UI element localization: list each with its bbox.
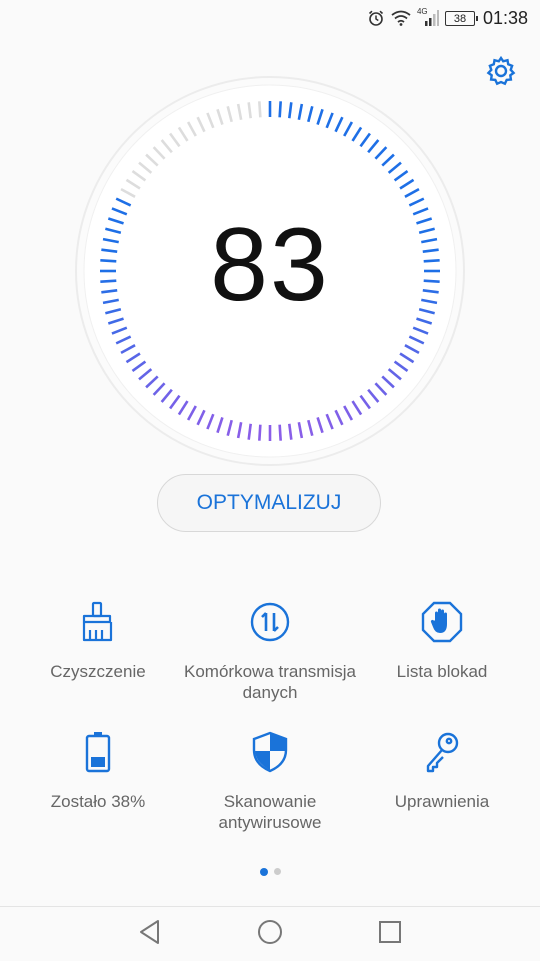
tile-label: Skanowanie antywirusowe: [218, 792, 322, 832]
home-icon: [257, 919, 283, 950]
gauge-tick-active: [278, 424, 282, 441]
tile-label: Czyszczenie: [50, 662, 146, 681]
score-value: 83: [210, 207, 330, 323]
key-icon: [352, 727, 532, 777]
optimize-button-label: OPTYMALIZUJ: [196, 491, 342, 514]
recents-icon: [378, 920, 402, 949]
gauge-tick-active: [258, 424, 262, 441]
tile-label: Zostało 38%: [50, 792, 146, 811]
gear-icon: [485, 55, 517, 92]
status-bar: 4G 38 01:38: [0, 0, 540, 36]
broom-icon: [8, 597, 188, 647]
back-icon: [138, 919, 162, 950]
page-dot[interactable]: [273, 868, 281, 875]
tile-cleanup[interactable]: Czyszczenie: [8, 597, 188, 682]
tile-virus-scan[interactable]: Skanowanie antywirusowe: [180, 727, 360, 833]
data-transfer-icon: [180, 597, 360, 647]
cellular-signal-icon: 4G: [417, 7, 439, 27]
battery-icon: 38: [444, 10, 478, 26]
alarm-icon: [367, 9, 385, 27]
gauge-tick-inactive: [258, 101, 262, 118]
page-dot-active[interactable]: [259, 867, 268, 876]
optimize-button[interactable]: OPTYMALIZUJ: [157, 474, 381, 532]
back-button[interactable]: [135, 919, 165, 949]
tile-label: Uprawnienia: [394, 792, 490, 811]
tile-label: Komórkowa transmisja danych: [184, 662, 356, 702]
tile-block-list[interactable]: Lista blokad: [352, 597, 532, 682]
shield-icon: [180, 727, 360, 777]
tile-mobile-data[interactable]: Komórkowa transmisja danych: [180, 597, 360, 703]
home-button[interactable]: [255, 919, 285, 949]
battery-level: 38: [453, 12, 467, 25]
clock: 01:38: [482, 7, 528, 28]
settings-button[interactable]: [483, 55, 519, 91]
gauge-tick-active: [278, 101, 282, 118]
battery-status-icon: [8, 727, 188, 777]
tile-label: Lista blokad: [396, 662, 488, 681]
tile-permissions[interactable]: Uprawnienia: [352, 727, 532, 812]
tile-battery[interactable]: Zostało 38%: [8, 727, 188, 812]
page-indicator: [0, 867, 540, 876]
wifi-icon: [391, 10, 411, 26]
navigation-bar: [0, 906, 540, 961]
recents-button[interactable]: [375, 919, 405, 949]
block-hand-icon: [352, 597, 532, 647]
